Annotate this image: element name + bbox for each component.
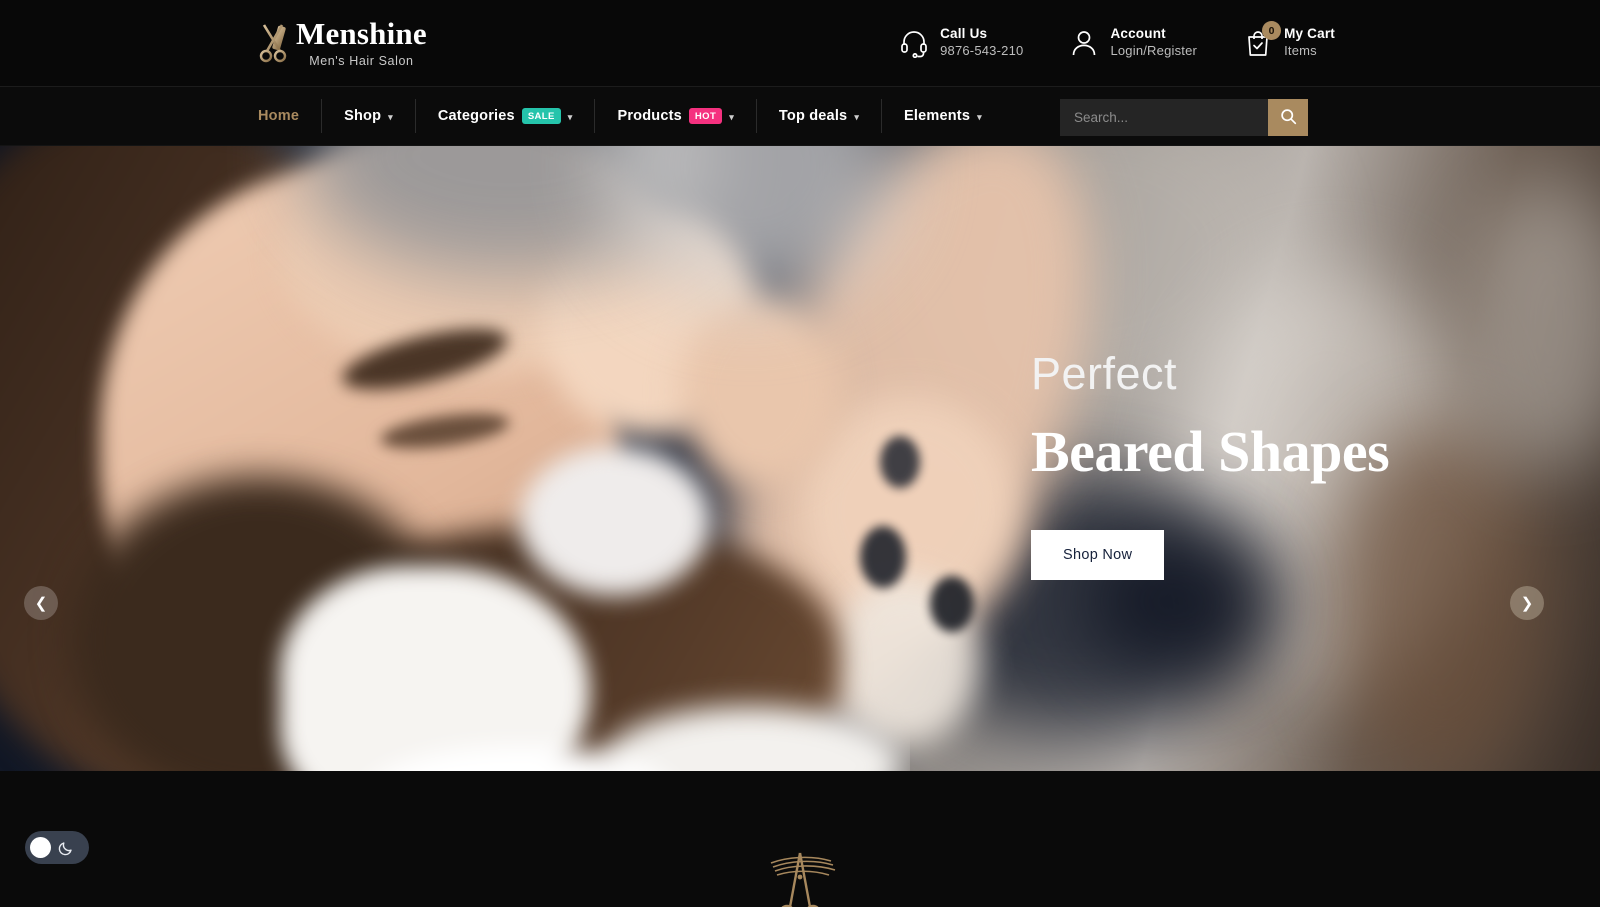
chevron-down-icon: ▾ [854, 111, 860, 122]
search-bar [1060, 99, 1308, 136]
nav-menu: Home Shop ▾ Categories SALE ▾ Products H… [258, 99, 1004, 133]
chevron-down-icon: ▾ [729, 111, 734, 122]
toggle-knob [30, 837, 51, 858]
nav-label-elements: Elements [904, 108, 971, 124]
shopping-bag-icon: 0 [1243, 21, 1282, 58]
account-block[interactable]: Account Login/Register [1069, 26, 1197, 59]
main-navigation-bar: Home Shop ▾ Categories SALE ▾ Products H… [0, 87, 1600, 146]
cart-count-badge: 0 [1262, 21, 1282, 40]
phone-number: 9876-543-210 [940, 43, 1024, 59]
login-register-link[interactable]: Login/Register [1110, 43, 1197, 59]
nav-item-top-deals[interactable]: Top deals ▾ [757, 99, 883, 133]
nav-item-categories[interactable]: Categories SALE ▾ [416, 99, 596, 133]
shop-now-button[interactable]: Shop Now [1031, 530, 1165, 581]
moon-icon [58, 840, 74, 856]
sale-badge: SALE [521, 108, 561, 124]
nav-label-products: Products [617, 108, 682, 124]
nav-label-top-deals: Top deals [778, 108, 848, 124]
nav-item-products[interactable]: Products HOT ▾ [595, 99, 757, 133]
search-icon [1280, 108, 1297, 128]
nav-label-home: Home [258, 108, 300, 124]
cart-items-label: Items [1284, 43, 1317, 59]
carousel-next-button[interactable]: ❯ [1510, 586, 1544, 620]
chevron-down-icon: ▾ [388, 111, 393, 122]
brand-name: Menshine [296, 16, 427, 52]
top-header-bar: Menshine Men's Hair Salon Call Us 9876-5… [0, 0, 1600, 87]
chevron-down-icon: ▾ [567, 111, 573, 122]
nav-label-shop: Shop [344, 108, 382, 124]
search-input[interactable] [1060, 99, 1268, 136]
call-us-label: Call Us [940, 26, 988, 42]
nav-item-home[interactable]: Home [258, 99, 323, 133]
header-info-group: Call Us 9876-543-210 Account Login/Regis… [899, 21, 1335, 59]
chevron-left-icon: ❮ [34, 595, 48, 612]
user-icon [1069, 28, 1099, 58]
hot-badge: HOT [688, 108, 723, 124]
headset-icon [899, 28, 929, 59]
brand-logo[interactable]: Menshine Men's Hair Salon [258, 18, 427, 68]
chevron-right-icon: ❯ [1520, 595, 1534, 612]
cart-label: My Cart [1284, 26, 1335, 42]
hero-content: Perfect Beared Shapes Shop Now [1031, 348, 1551, 581]
scissors-cutting-hair-icon [757, 829, 843, 907]
nav-item-shop[interactable]: Shop ▾ [322, 99, 416, 133]
account-label: Account [1110, 26, 1166, 42]
cart-block[interactable]: 0 My Cart Items [1243, 21, 1335, 59]
carousel-prev-button[interactable]: ❮ [24, 586, 58, 620]
brand-tagline: Men's Hair Salon [309, 53, 414, 68]
search-button[interactable] [1268, 99, 1308, 136]
hero-carousel: Perfect Beared Shapes Shop Now ❮ ❯ [0, 146, 1600, 771]
hero-subtitle: Perfect [1031, 348, 1178, 399]
hero-title: Beared Shapes [1031, 419, 1390, 484]
below-hero-section [0, 771, 1600, 907]
scissors-comb-icon [258, 21, 292, 65]
nav-item-elements[interactable]: Elements ▾ [882, 99, 1004, 133]
chevron-down-icon: ▾ [977, 111, 982, 122]
nav-label-categories: Categories [437, 108, 515, 124]
call-us-block[interactable]: Call Us 9876-543-210 [899, 26, 1023, 59]
theme-mode-toggle[interactable] [25, 831, 89, 864]
